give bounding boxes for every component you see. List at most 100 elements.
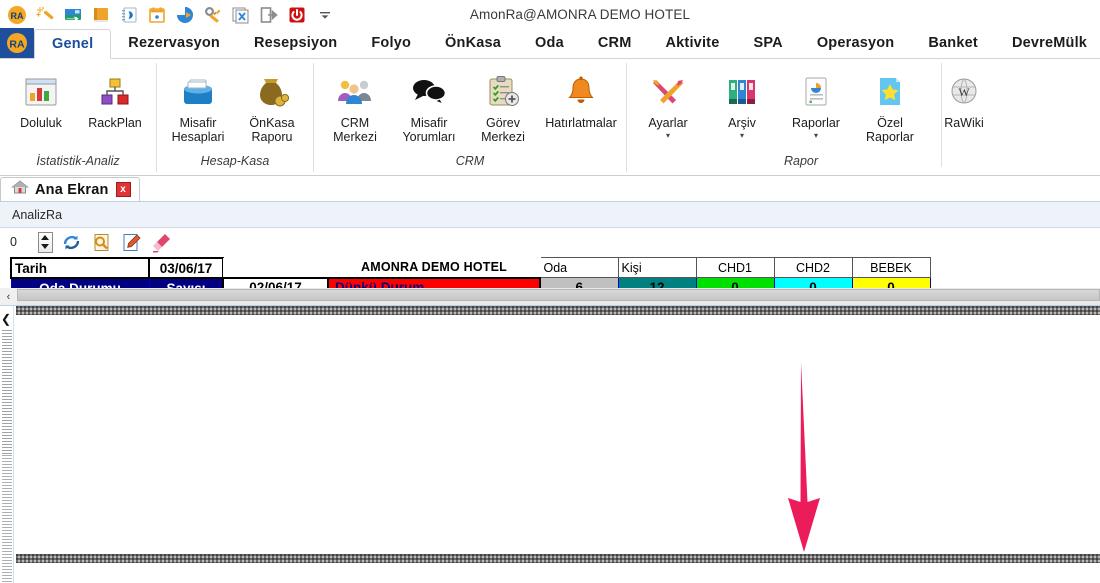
close-icon[interactable]: x bbox=[115, 182, 131, 197]
ribbon-button-gorev-merkezi[interactable]: Görev Merkezi bbox=[466, 68, 540, 146]
col-header-kisi: Kişi bbox=[617, 257, 697, 278]
document-tab-ana-ekran[interactable]: Ana Ekran x bbox=[0, 177, 140, 201]
ribbon-group-label: İstatistik-Analiz bbox=[36, 154, 120, 168]
tab-rezervasyon[interactable]: Rezervasyon bbox=[111, 28, 237, 58]
tools-cross-icon bbox=[649, 70, 687, 114]
refresh-icon[interactable] bbox=[60, 231, 83, 254]
chevron-left-icon[interactable]: ❮ bbox=[1, 312, 11, 326]
chevron-down-icon[interactable]: ▾ bbox=[666, 131, 670, 140]
svg-text:W: W bbox=[958, 85, 970, 99]
ribbon-app-logo[interactable]: RA bbox=[0, 28, 34, 58]
svg-text:RA: RA bbox=[9, 39, 25, 51]
ribbon-button-hatirlatmalar[interactable]: Hatırlatmalar bbox=[540, 68, 622, 133]
hatched-resize-band-bottom[interactable] bbox=[16, 554, 1100, 563]
phone-directory-icon[interactable] bbox=[116, 3, 142, 27]
tab-devremulk[interactable]: DevreMülk bbox=[995, 28, 1100, 58]
grid-horizontal-scrollbar[interactable]: ‹ bbox=[0, 288, 1100, 305]
logout-icon[interactable] bbox=[256, 3, 282, 27]
ribbon-button-rackplan[interactable]: RackPlan bbox=[78, 68, 152, 133]
table-row: Tarih 03/06/17 bbox=[10, 257, 224, 279]
document-tab-bar: Ana Ekran x bbox=[0, 176, 1100, 202]
ribbon-button-misafir-yorumlari[interactable]: Misafir Yorumları bbox=[392, 68, 466, 146]
document-tab-label: Ana Ekran bbox=[35, 181, 109, 198]
binders-icon bbox=[723, 70, 761, 114]
summary-date-value: 03/06/17 bbox=[148, 257, 224, 279]
people-group-icon bbox=[335, 70, 375, 114]
window-title-text: AmonRa@AMONRA DEMO HOTEL bbox=[469, 7, 691, 22]
pie-chart-icon[interactable] bbox=[172, 3, 198, 27]
ribbon-button-ayarlar[interactable]: Ayarlar ▾ bbox=[631, 68, 705, 142]
chevron-down-icon[interactable]: ▾ bbox=[740, 131, 744, 140]
book-icon[interactable] bbox=[88, 3, 114, 27]
chevron-down-icon[interactable]: ▾ bbox=[814, 131, 818, 140]
ribbon-button-label: CRM Merkezi bbox=[333, 116, 377, 144]
rackplan-icon bbox=[97, 70, 133, 114]
tab-resepsiyon[interactable]: Resepsiyon bbox=[237, 28, 354, 58]
magic-wand-icon[interactable] bbox=[32, 3, 58, 27]
ribbon-group-hesap-kasa: Misafir Hesaplari ÖnKasa Raporu Hesap-Ka… bbox=[157, 63, 314, 172]
scrollbar-track[interactable] bbox=[17, 288, 1100, 305]
ribbon-panel: Doluluk RackPlan İstatistik-Analiz Misaf… bbox=[0, 59, 1100, 176]
ribbon-group-label: CRM bbox=[455, 154, 485, 168]
analizra-title: AnalizRa bbox=[12, 207, 63, 222]
hatched-resize-band-top[interactable] bbox=[16, 306, 1100, 315]
power-icon[interactable] bbox=[284, 3, 310, 27]
col-header-bebek: BEBEK bbox=[851, 257, 931, 278]
excel-export-icon[interactable] bbox=[228, 3, 254, 27]
ribbon-button-ozel-raporlar[interactable]: Özel Raporlar bbox=[853, 68, 927, 146]
bottom-left-track bbox=[0, 455, 14, 583]
ribbon-button-rawiki[interactable]: W RaWiki bbox=[927, 68, 1001, 133]
ribbon-group-crm: CRM Merkezi Misafir Yorumları Görev Merk… bbox=[314, 63, 627, 172]
record-counter: 0 bbox=[10, 235, 17, 249]
record-spinner[interactable] bbox=[37, 231, 53, 253]
tab-folyo[interactable]: Folyo bbox=[354, 28, 428, 58]
analizra-window-header: AnalizRa bbox=[0, 202, 1100, 228]
highlighter-icon[interactable] bbox=[150, 231, 173, 254]
card-box-icon bbox=[178, 70, 218, 114]
tab-banket[interactable]: Banket bbox=[911, 28, 995, 58]
calendar-icon[interactable] bbox=[144, 3, 170, 27]
ribbon-button-arsiv[interactable]: Arşiv ▾ bbox=[705, 68, 779, 142]
ribbon-group-istatistik-analiz: Doluluk RackPlan İstatistik-Analiz bbox=[0, 63, 157, 172]
home-icon bbox=[11, 179, 29, 200]
ribbon-button-label: Arşiv bbox=[728, 116, 756, 130]
ribbon-button-label: ÖnKasa Raporu bbox=[249, 116, 295, 144]
summary-date-label: Tarih bbox=[10, 257, 150, 279]
ribbon-button-raporlar[interactable]: Raporlar ▾ bbox=[779, 68, 853, 142]
overflow-chevron-icon[interactable] bbox=[312, 3, 338, 27]
ribbon-button-doluluk[interactable]: Doluluk bbox=[4, 68, 78, 133]
analizra-toolbar: 0 bbox=[0, 228, 1100, 257]
wrench-gear-icon[interactable] bbox=[200, 3, 226, 27]
ribbon-group-rapor: Ayarlar ▾ Arşiv ▾ Raporlar ▾ Özel Raporl… bbox=[627, 63, 1005, 172]
tab-genel[interactable]: Genel bbox=[34, 29, 112, 59]
ribbon-button-label: Özel Raporlar bbox=[866, 116, 914, 144]
ribbon-button-label: Misafir Hesaplari bbox=[171, 116, 225, 144]
tab-crm[interactable]: CRM bbox=[581, 28, 649, 58]
ribbon-divider bbox=[941, 63, 942, 167]
ra-logo-icon[interactable]: RA bbox=[4, 3, 30, 27]
chart-window-icon bbox=[23, 70, 59, 114]
tab-operasyon[interactable]: Operasyon bbox=[800, 28, 912, 58]
ribbon-button-label: Doluluk bbox=[20, 116, 62, 130]
bottom-panel bbox=[0, 455, 1100, 583]
col-header-chd2: CHD2 bbox=[773, 257, 853, 278]
quick-access-toolbar: RA AmonRa@AMONRA DEMO HOTEL bbox=[0, 0, 1100, 29]
scrollbar-thumb[interactable] bbox=[17, 289, 1100, 301]
star-page-icon bbox=[873, 70, 907, 114]
ribbon-button-misafir-hesaplari[interactable]: Misafir Hesaplari bbox=[161, 68, 235, 146]
tab-aktivite[interactable]: Aktivite bbox=[648, 28, 736, 58]
ribbon-button-label: RaWiki bbox=[944, 116, 984, 130]
ribbon-tab-strip: RA Genel Rezervasyon Resepsiyon Folyo Ön… bbox=[0, 28, 1100, 59]
card-payment-icon[interactable] bbox=[60, 3, 86, 27]
search-page-icon[interactable] bbox=[90, 231, 113, 254]
ribbon-button-onkasa-raporu[interactable]: ÖnKasa Raporu bbox=[235, 68, 309, 146]
report-page-icon bbox=[799, 70, 833, 114]
tab-onkasa[interactable]: ÖnKasa bbox=[428, 28, 518, 58]
ribbon-button-label: Ayarlar bbox=[648, 116, 688, 130]
tab-oda[interactable]: Oda bbox=[518, 28, 581, 58]
ribbon-button-crm-merkezi[interactable]: CRM Merkezi bbox=[318, 68, 392, 146]
money-bag-icon bbox=[253, 70, 291, 114]
edit-page-icon[interactable] bbox=[120, 231, 143, 254]
tab-spa[interactable]: SPA bbox=[736, 28, 799, 58]
scroll-left-arrow-icon[interactable]: ‹ bbox=[0, 288, 17, 305]
